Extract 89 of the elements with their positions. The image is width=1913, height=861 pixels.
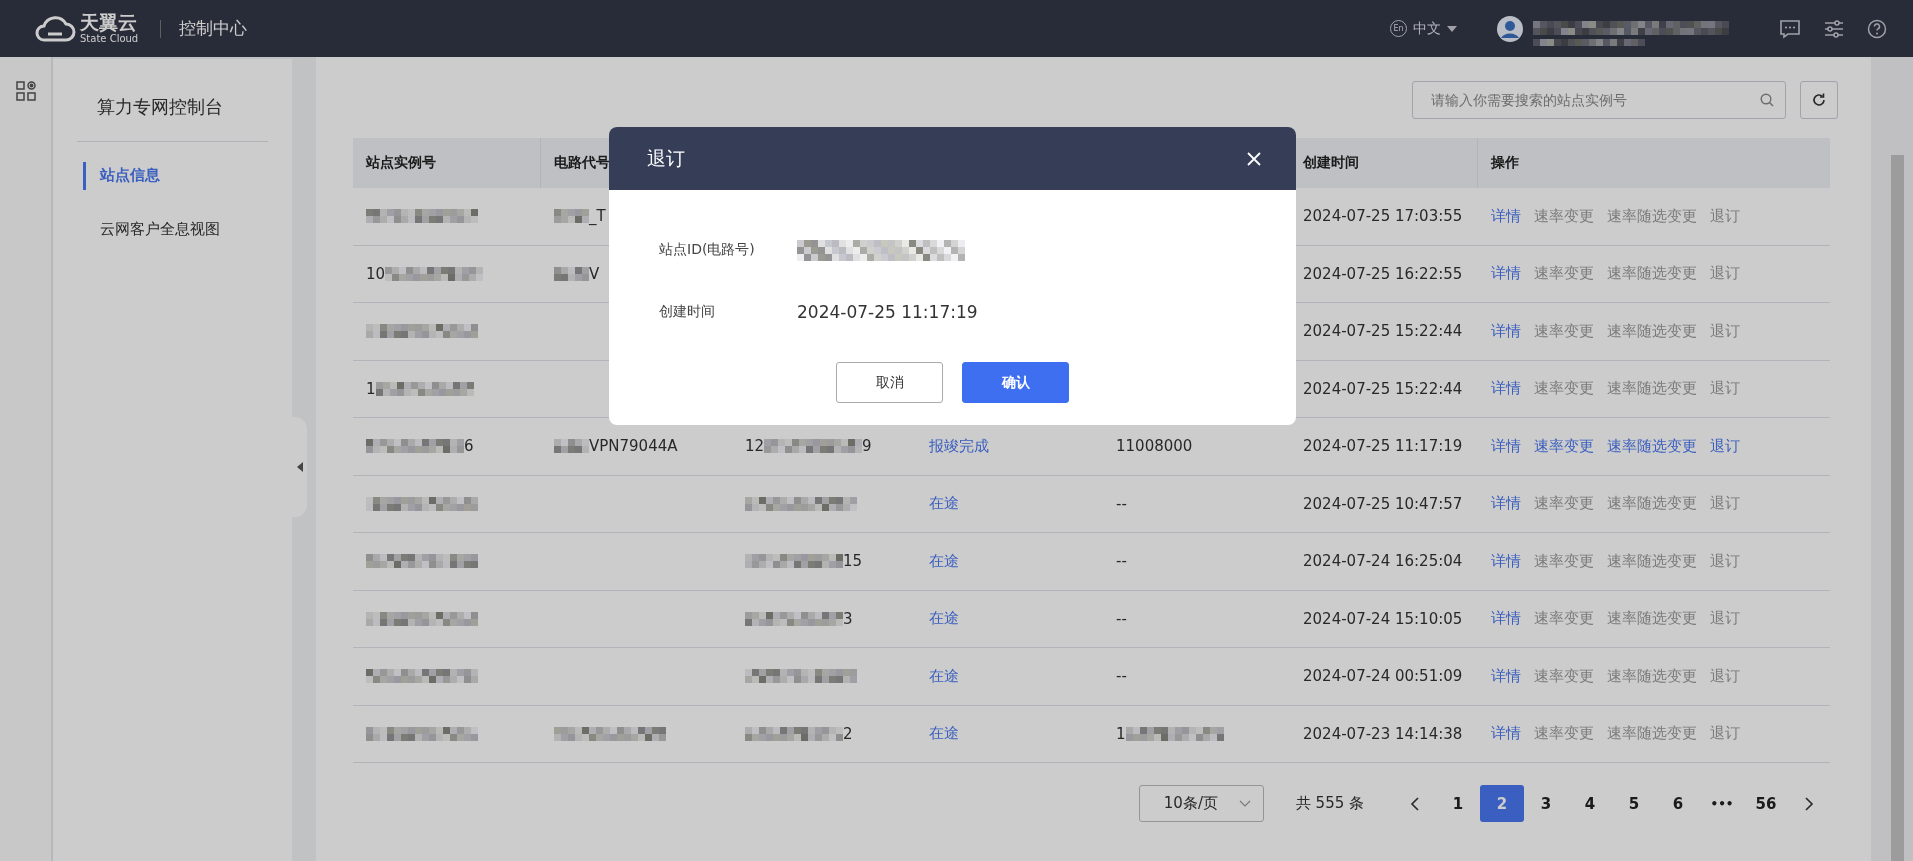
next-page-icon[interactable]: [1804, 796, 1814, 811]
table-cell: 2024-07-24 16:25:04: [1303, 552, 1463, 571]
action-link[interactable]: 详情: [1491, 206, 1521, 226]
sidebar-item[interactable]: 云网客户全息视图: [83, 213, 268, 245]
table-cell: --: [1116, 552, 1127, 571]
table-cell: 2024-07-25 16:22:55: [1303, 264, 1463, 283]
field-label: 站点ID(电路号): [659, 241, 756, 259]
logo-name: 天翼云: [80, 13, 138, 32]
page-size-select[interactable]: 10条/页: [1138, 785, 1264, 822]
table-cell: --: [1116, 667, 1127, 686]
collapse-icon: [296, 462, 303, 472]
table-cell: V: [589, 264, 600, 283]
table-cell: VPN79044A: [589, 437, 678, 456]
table-cell: 10: [366, 264, 386, 283]
table-cell: 2: [843, 724, 853, 743]
scrollbar-thumb[interactable]: [1891, 155, 1904, 861]
page-button[interactable]: 5: [1612, 785, 1656, 822]
logo-subtitle: State Cloud: [80, 34, 139, 44]
field-label: 创建时间: [659, 303, 716, 321]
page-button[interactable]: 3: [1524, 785, 1568, 822]
status-link[interactable]: 在途: [929, 724, 959, 744]
action-link[interactable]: 速率随选变更: [1607, 436, 1697, 456]
language-switch[interactable]: En 中文: [1390, 19, 1457, 38]
table-cell: 6: [464, 437, 474, 456]
table-cell: 2024-07-24 00:51:09: [1303, 667, 1463, 686]
total-count: 共 555 条: [1295, 794, 1364, 813]
action-link[interactable]: 详情: [1491, 264, 1521, 284]
table-cell: 9: [862, 437, 872, 456]
table-cell: 12: [745, 437, 765, 456]
table-cell: 15: [843, 552, 863, 571]
search-icon: [1760, 93, 1774, 107]
status-link[interactable]: 报竣完成: [929, 436, 989, 456]
action-link[interactable]: 详情: [1491, 321, 1521, 341]
action-link[interactable]: 速率变更: [1534, 436, 1594, 456]
action-link[interactable]: 详情: [1491, 551, 1521, 571]
page-button[interactable]: 2: [1480, 785, 1524, 822]
search-field[interactable]: 请输入你需要搜索的站点实例号: [1412, 81, 1786, 119]
settings-icon[interactable]: [1823, 18, 1845, 39]
status-link[interactable]: 在途: [929, 494, 959, 514]
column-header: 电路代号: [554, 154, 610, 172]
help-icon[interactable]: [1867, 18, 1887, 39]
action-link[interactable]: 详情: [1491, 494, 1521, 514]
page-button[interactable]: 6: [1656, 785, 1700, 822]
page-button[interactable]: 1: [1436, 785, 1480, 822]
table-cell: _T: [589, 207, 606, 226]
sidebar-title: 算力专网控制台: [96, 95, 224, 119]
avatar-icon[interactable]: [1497, 15, 1523, 42]
previous-page-icon[interactable]: [1410, 796, 1420, 811]
refresh-button[interactable]: [1800, 81, 1838, 119]
table-cell: 1: [366, 379, 376, 398]
column-header: 站点实例号: [366, 154, 436, 172]
column-header: 创建时间: [1303, 154, 1359, 172]
status-link[interactable]: 在途: [929, 666, 959, 686]
status-link[interactable]: 在途: [929, 609, 959, 629]
field-value: 2024-07-25 11:17:19: [797, 302, 978, 322]
app-title: 控制中心: [179, 17, 248, 40]
table-cell: --: [1116, 609, 1127, 628]
chevron-down-icon: [1238, 800, 1251, 807]
table-cell: --: [1116, 494, 1127, 513]
action-link[interactable]: 详情: [1491, 666, 1521, 686]
table-cell: 2024-07-25 17:03:55: [1303, 207, 1463, 226]
table-cell: 2024-07-25 15:22:44: [1303, 322, 1463, 341]
confirm-button[interactable]: 确认: [962, 362, 1069, 403]
refresh-icon: [1811, 92, 1827, 108]
more-pages-button[interactable]: •••: [1700, 785, 1744, 822]
action-link[interactable]: 详情: [1491, 379, 1521, 399]
apps-icon[interactable]: [15, 81, 36, 101]
status-link[interactable]: 在途: [929, 551, 959, 571]
column-header: 操作: [1491, 154, 1519, 172]
action-link[interactable]: 详情: [1491, 724, 1521, 744]
action-link[interactable]: 详情: [1491, 609, 1521, 629]
page-button[interactable]: 56: [1744, 785, 1788, 822]
table-cell: 2024-07-23 14:14:38: [1303, 724, 1463, 743]
table-cell: 3: [843, 609, 853, 628]
message-icon[interactable]: [1779, 18, 1801, 39]
table-cell: 2024-07-25 10:47:57: [1303, 494, 1463, 513]
table-cell: 2024-07-24 15:10:05: [1303, 609, 1463, 628]
sidebar-item[interactable]: 站点信息: [83, 162, 268, 190]
page-button[interactable]: 4: [1568, 785, 1612, 822]
table-cell: 1: [1116, 724, 1126, 743]
dialog-title: 退订: [647, 145, 685, 171]
action-link[interactable]: 详情: [1491, 436, 1521, 456]
collapse-handle[interactable]: [292, 417, 307, 517]
table-cell: 2024-07-25 11:17:19: [1303, 437, 1463, 456]
cancel-button[interactable]: 取消: [836, 362, 943, 403]
action-link[interactable]: 退订: [1710, 436, 1740, 456]
table-cell: 2024-07-25 15:22:44: [1303, 379, 1463, 398]
close-icon[interactable]: [1247, 151, 1261, 166]
table-cell: 11008000: [1116, 437, 1193, 456]
